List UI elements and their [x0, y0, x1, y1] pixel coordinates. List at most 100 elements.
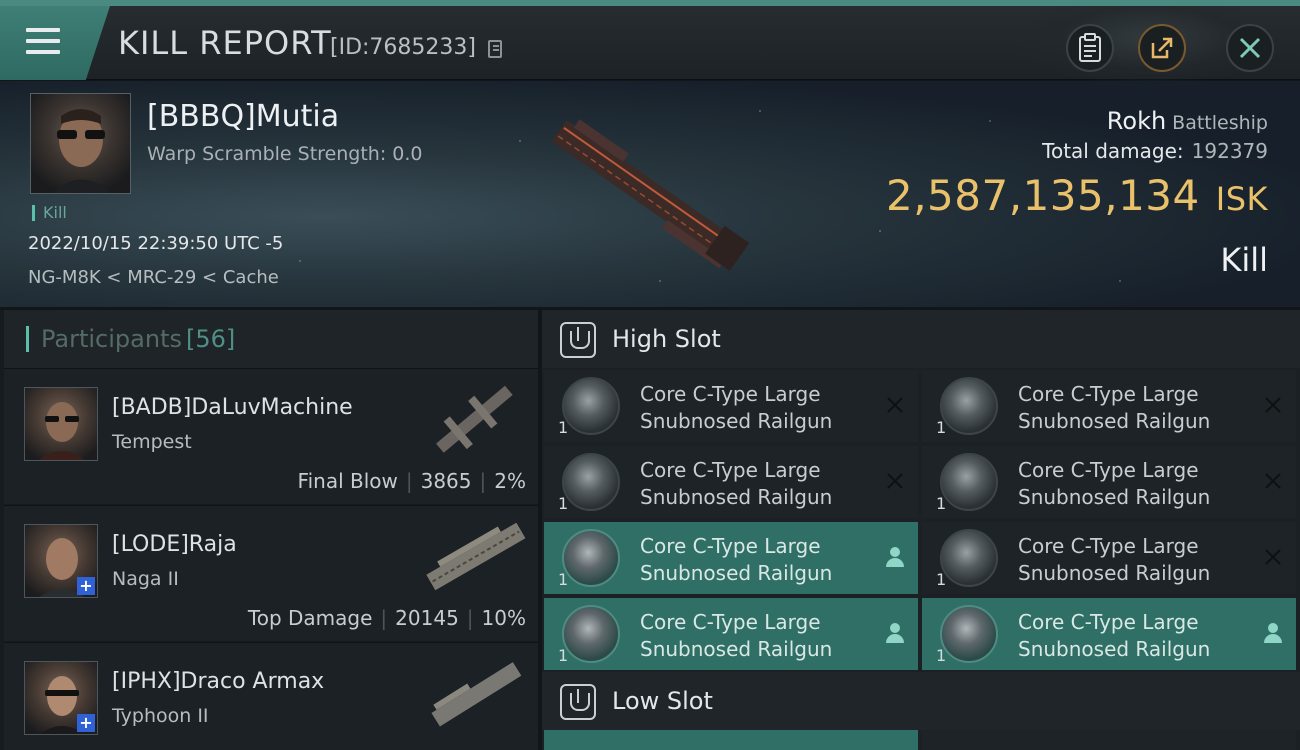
ship-name[interactable]: Rokh [1107, 107, 1166, 135]
participant-portrait[interactable]: + [24, 661, 98, 735]
menu-icon [26, 28, 60, 54]
railgun-icon [940, 605, 998, 663]
railgun-icon [562, 377, 620, 435]
share-icon [1151, 37, 1173, 59]
kill-result: Kill [1220, 241, 1268, 279]
warp-scramble-strength: Warp Scramble Strength: 0.0 [147, 143, 423, 165]
module-name: Core C-Type Large Snubnosed Railgun [640, 458, 833, 509]
module-quantity: 1 [936, 418, 947, 437]
module-slot[interactable]: 1 Core C-Type Large Snubnosed Railgun [544, 370, 918, 442]
participant-row[interactable]: [BADB]DaLuvMachine Tempest Final Blow | 38… [4, 368, 538, 504]
module-quantity: 1 [558, 570, 569, 589]
module-quantity: 1 [558, 418, 569, 437]
kill-location[interactable]: NG-M8K < MRC-29 < Cache [28, 267, 279, 288]
victim-ship-image[interactable] [530, 103, 770, 283]
low-slot-header: Low Slot [542, 672, 1300, 730]
dropped-person-icon [884, 622, 906, 644]
victim-name[interactable]: [BBBQ]Mutia [147, 99, 339, 134]
module-quantity: 1 [936, 646, 947, 665]
share-button[interactable] [1138, 24, 1186, 72]
isk-value: 2,587,135,134 ISK [886, 171, 1268, 220]
participant-damage: 20145 [395, 606, 459, 630]
dropped-person-icon [1262, 622, 1284, 644]
participant-row[interactable]: + [IPHX]Draco Armax Typhoon II [4, 642, 538, 750]
participant-ship: Typhoon II [112, 705, 209, 727]
top-bar: KILL REPORT [ID:7685233] [0, 0, 1300, 86]
participant-percent: 2% [494, 469, 526, 493]
participant-stats: Final Blow | 3865 | 2% [297, 469, 526, 493]
participants-header: Participants [56] [4, 310, 538, 368]
participant-role: Top Damage [247, 606, 373, 630]
railgun-icon [940, 529, 998, 587]
kill-datetime: 2022/10/15 22:39:50 UTC -5 [28, 233, 284, 254]
participant-name[interactable]: [BADB]DaLuvMachine [112, 395, 353, 420]
participants-count: [56] [185, 325, 236, 353]
module-slot[interactable]: 1 Core C-Type Large Snubnosed Railgun [544, 446, 918, 518]
kill-summary: [BBBQ]Mutia Warp Scramble Strength: 0.0 … [0, 81, 1300, 307]
participant-ship-image [431, 662, 522, 727]
module-name: Core C-Type Large Snubnosed Railgun [1018, 458, 1211, 509]
victim-ship-type: Rokh Battleship [1107, 107, 1268, 135]
participant-role: Final Blow [297, 469, 398, 493]
low-slot-icon [560, 684, 596, 720]
module-slot[interactable]: 1 Core C-Type Large Snubnosed Railgun [922, 446, 1296, 518]
railgun-icon [940, 453, 998, 511]
participant-portrait[interactable] [24, 387, 98, 461]
module-slot[interactable]: 1 Core C-Type Large Snubnosed Railgun [922, 370, 1296, 442]
total-damage-label: Total damage: [1042, 139, 1184, 163]
module-slot[interactable]: 1 Core C-Type Large Snubnosed Railgun [544, 522, 918, 594]
participant-name[interactable]: [LODE]Raja [112, 532, 237, 557]
fitting-panel: High Slot 1 Core C-Type Large Snubnosed R… [542, 310, 1300, 750]
low-slot-title: Low Slot [612, 687, 713, 715]
total-damage-value: 192379 [1191, 139, 1268, 163]
clipboard-icon [1079, 33, 1101, 62]
participants-title: Participants [56] [26, 326, 235, 352]
module-quantity: 1 [936, 570, 947, 589]
module-name: Core C-Type Large Snubnosed Railgun [1018, 382, 1211, 433]
participant-ship: Naga II [112, 568, 179, 590]
module-name: Core C-Type Large Snubnosed Railgun [1018, 610, 1211, 661]
module-slot[interactable] [922, 730, 1296, 750]
destroyed-x-icon [884, 394, 906, 416]
destroyed-x-icon [884, 470, 906, 492]
participant-face-image [39, 402, 85, 460]
plus-badge-icon: + [77, 714, 95, 732]
close-icon [1239, 37, 1261, 59]
copy-icon[interactable] [488, 40, 502, 58]
railgun-icon [562, 605, 620, 663]
ship-class: Battleship [1172, 112, 1268, 134]
destroyed-x-icon [1262, 546, 1284, 568]
module-slot[interactable]: 1 Core C-Type Large Snubnosed Railgun [544, 598, 918, 670]
high-slot-title: High Slot [612, 325, 721, 353]
report-id: [ID:7685233] [330, 35, 476, 60]
module-slot[interactable] [544, 730, 918, 750]
destroyed-x-icon [1262, 394, 1284, 416]
clipboard-button[interactable] [1066, 24, 1114, 72]
participant-percent: 10% [481, 606, 526, 630]
participant-row[interactable]: + [LODE]Raja Naga II Top Damage | 20145 | 10… [4, 505, 538, 641]
victim-portrait[interactable] [30, 93, 131, 194]
participants-panel: Participants [56] [BADB]DaLuvMachine Temp… [0, 310, 538, 750]
page-title: KILL REPORT [118, 24, 332, 62]
close-button[interactable] [1226, 24, 1274, 72]
module-quantity: 1 [936, 494, 947, 513]
participant-ship-image [436, 385, 513, 453]
participant-stats: Top Damage | 20145 | 10% [247, 606, 526, 630]
isk-unit: ISK [1215, 180, 1268, 218]
participant-portrait[interactable]: + [24, 524, 98, 598]
pilot-face-image [53, 109, 111, 193]
participant-name[interactable]: [IPHX]Draco Armax [112, 669, 324, 694]
module-slot[interactable]: 1 Core C-Type Large Snubnosed Railgun [922, 598, 1296, 670]
module-slot[interactable]: 1 Core C-Type Large Snubnosed Railgun [922, 522, 1296, 594]
kill-tag: Kill [32, 205, 67, 221]
module-name: Core C-Type Large Snubnosed Railgun [1018, 534, 1211, 585]
participant-ship: Tempest [112, 431, 192, 453]
participants-label: Participants [41, 325, 182, 353]
railgun-icon [562, 529, 620, 587]
module-name: Core C-Type Large Snubnosed Railgun [640, 382, 833, 433]
participant-damage: 3865 [420, 469, 472, 493]
module-name: Core C-Type Large Snubnosed Railgun [640, 534, 833, 585]
railgun-icon [940, 377, 998, 435]
module-quantity: 1 [558, 494, 569, 513]
menu-button[interactable] [0, 6, 110, 80]
